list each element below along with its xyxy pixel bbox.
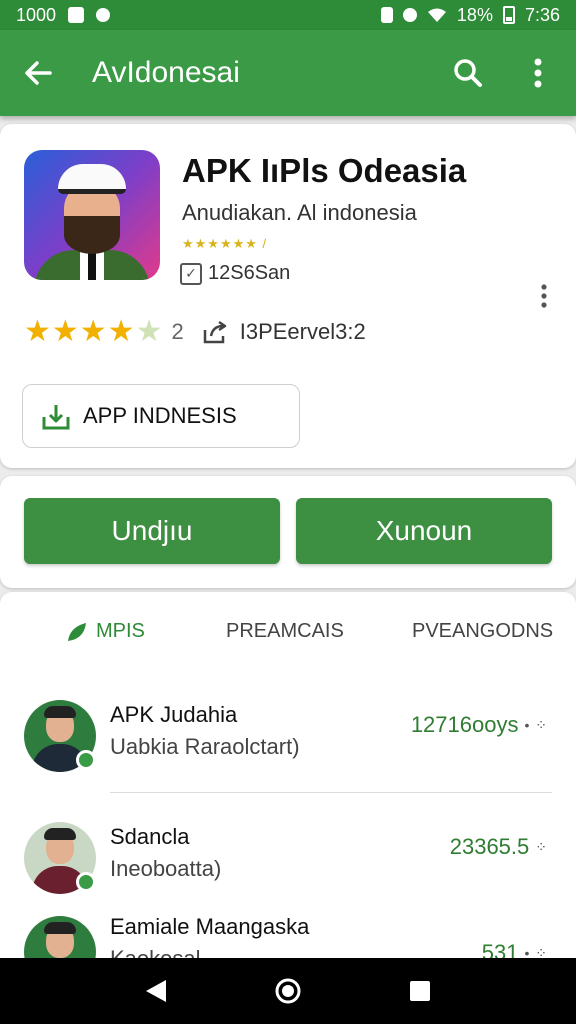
more-options-button[interactable]	[518, 53, 558, 93]
nav-home-button[interactable]	[266, 969, 310, 1013]
secondary-button[interactable]: Xunoun	[296, 498, 552, 564]
more-dots-icon[interactable]: • ⁘	[524, 717, 548, 734]
square-recents-icon	[410, 981, 430, 1001]
tab-label: MPIS	[96, 620, 145, 642]
divider	[110, 792, 552, 793]
verified-check-icon: ✓	[180, 262, 202, 285]
rating-row: ★★★★★ 2 I3PEervel3:2	[24, 314, 366, 349]
install-label: APP INDNESIS	[83, 403, 237, 428]
download-icon	[42, 405, 70, 430]
action-buttons-card: Undjıu Xunoun	[0, 476, 576, 588]
battery-percent: 18%	[456, 4, 493, 25]
share-text: I3PEervel3:2	[239, 318, 366, 344]
rating-value: 2	[171, 318, 184, 344]
triangle-back-icon	[146, 980, 166, 1002]
back-button[interactable]	[18, 53, 58, 93]
bluetooth-icon	[402, 8, 417, 22]
leaf-icon	[68, 622, 86, 641]
app-icon	[24, 150, 160, 280]
list-card: MPIS PREAMCAIS PVEANGODNS APK Judahia Ua…	[0, 592, 576, 988]
verified-badge-icon	[76, 872, 96, 892]
tab-mpis[interactable]: MPIS	[66, 620, 145, 643]
list-item-meta: 23365.5 ⁘	[450, 834, 548, 860]
list-item-sub: Uabkia Raraolctart)	[110, 734, 300, 759]
circle-home-icon	[275, 978, 301, 1004]
app-bar: AvIdonesai	[0, 30, 576, 116]
vibrate-icon	[380, 7, 393, 23]
list-item-count: 23365.5	[449, 834, 530, 859]
app-size: 12S6San	[208, 262, 291, 284]
more-dots-icon[interactable]: ⁘	[535, 839, 548, 856]
wifi-icon	[427, 8, 446, 22]
list-item-name: Sdancla	[110, 824, 190, 849]
tab-bar: MPIS PREAMCAIS PVEANGODNS	[0, 612, 576, 652]
tab-pveangodns[interactable]: PVEANGODNS	[412, 620, 553, 643]
app-title: APK IıPls Odeasia	[182, 152, 467, 189]
search-button[interactable]	[448, 53, 488, 93]
verified-badge-icon	[76, 750, 96, 770]
battery-icon	[502, 6, 515, 24]
more-vert-icon	[534, 58, 542, 88]
more-vert-icon	[541, 284, 547, 308]
list-item-sub: Ineoboatta)	[110, 856, 222, 881]
card-overflow-button[interactable]	[530, 280, 558, 312]
system-nav-bar	[0, 958, 576, 1024]
share-icon[interactable]	[202, 318, 230, 346]
status-bar: 1000 18% 7:36	[0, 0, 576, 30]
app-bar-title: AvIdonesai	[92, 56, 240, 89]
mini-rating: ★★★★★★ /	[182, 236, 268, 251]
arrow-back-icon	[25, 61, 52, 85]
list-item[interactable]: APK Judahia Uabkia Raraolctart) 12716ooy…	[0, 692, 576, 802]
status-time-left: 1000	[16, 4, 57, 25]
tab-preamcais[interactable]: PREAMCAIS	[226, 620, 344, 643]
notification-icon	[68, 7, 85, 23]
search-icon	[454, 59, 482, 87]
nav-back-button[interactable]	[134, 969, 178, 1013]
status-time-right: 7:36	[524, 4, 560, 25]
star-rating-icon: ★★★★★	[24, 315, 164, 348]
developer-name[interactable]: Anudiakan. Al indonesia	[182, 200, 417, 226]
android-icon	[96, 8, 111, 22]
nav-recents-button[interactable]	[398, 969, 442, 1013]
tab-label: PREAMCAIS	[226, 620, 344, 642]
size-row: ✓ 12S6San	[180, 262, 290, 285]
list-item-meta: 12716ooys • ⁘	[411, 712, 548, 738]
list-item[interactable]: Sdancla Ineoboatta) 23365.5 ⁘	[0, 814, 576, 924]
download-button[interactable]: Undjıu	[24, 498, 280, 564]
list-item-name: APK Judahia	[110, 702, 238, 727]
list-item-count: 12716ooys	[410, 712, 519, 737]
list-item-name: Eamiale Maangaska	[110, 914, 310, 939]
install-button[interactable]: APP INDNESIS	[22, 384, 300, 448]
tab-label: PVEANGODNS	[412, 620, 554, 642]
